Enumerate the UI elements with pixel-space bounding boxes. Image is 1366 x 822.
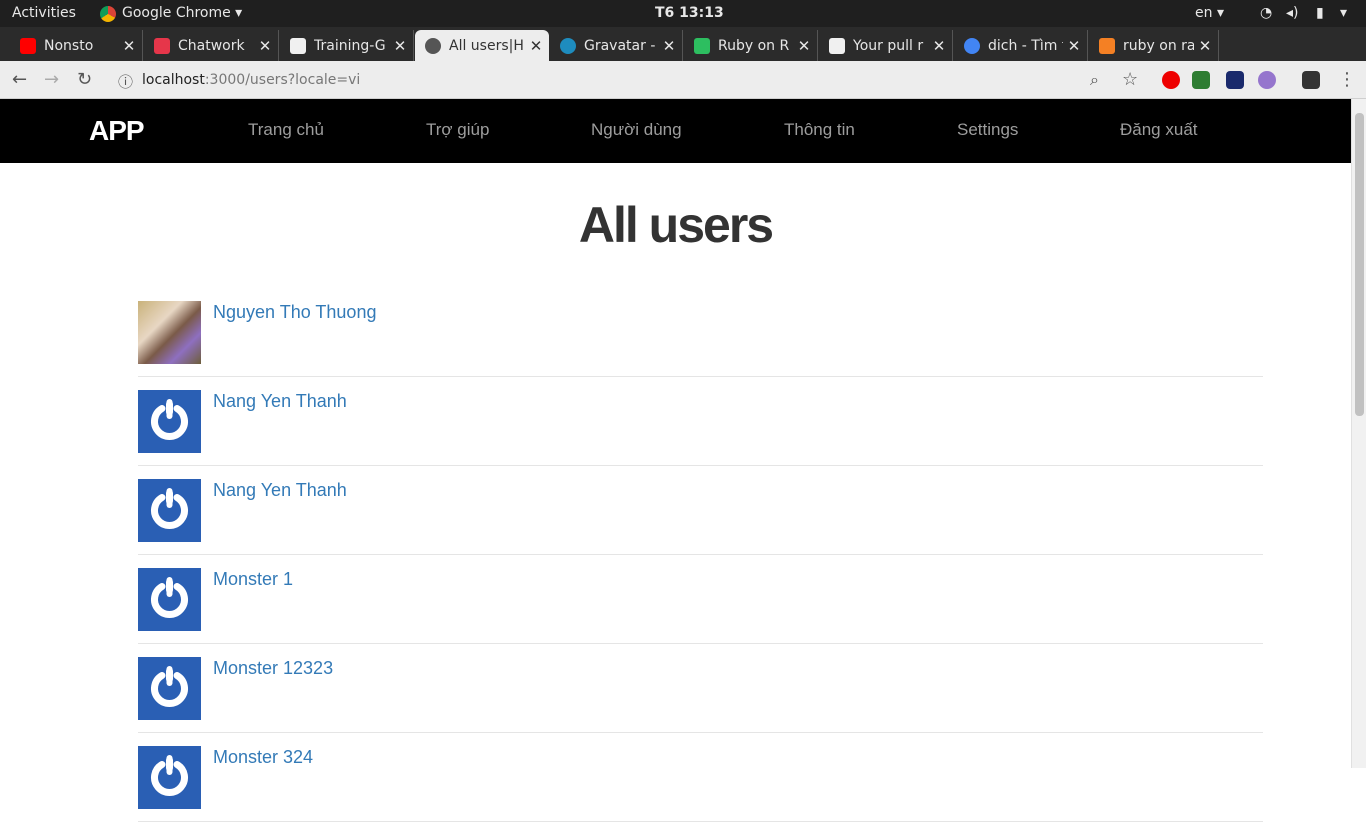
browser-toolbar: ← → ↻ ⓘ localhost:3000/users?locale=vi ⌕… bbox=[0, 61, 1366, 99]
page-title: All users bbox=[578, 197, 774, 253]
app-navbar: APP Trang chủ Trợ giúp Người dùng Thông … bbox=[0, 99, 1351, 163]
close-tab-icon[interactable]: ✕ bbox=[797, 37, 811, 55]
nav-link-settings[interactable]: Settings bbox=[957, 120, 1018, 140]
j-extension-icon[interactable] bbox=[1226, 71, 1244, 89]
gravatar-power-icon[interactable] bbox=[138, 746, 201, 809]
close-tab-icon[interactable]: ✕ bbox=[662, 37, 676, 55]
activities-button[interactable]: Activities bbox=[12, 5, 76, 21]
forward-arrow-icon[interactable]: → bbox=[44, 69, 59, 90]
google-icon bbox=[964, 37, 980, 54]
volume-icon[interactable]: ◂) bbox=[1286, 5, 1299, 21]
github-icon bbox=[829, 37, 845, 54]
nav-link-logout[interactable]: Đăng xuất bbox=[1120, 120, 1198, 140]
os-top-bar: Activities Google Chrome ▾ T6 13:13 en ▾… bbox=[0, 0, 1366, 27]
language-indicator[interactable]: en ▾ bbox=[1195, 5, 1224, 21]
tab-4[interactable]: Gravatar - ✕ bbox=[550, 30, 683, 61]
address-bar[interactable]: ⓘ localhost:3000/users?locale=vi bbox=[108, 66, 1148, 94]
app-menu[interactable]: Google Chrome ▾ bbox=[122, 5, 242, 21]
tab-7[interactable]: dich - Tìm t ✕ bbox=[954, 30, 1088, 61]
user-name-link[interactable]: Monster 1 bbox=[213, 569, 293, 590]
reload-icon[interactable]: ↻ bbox=[77, 69, 92, 90]
tab-5[interactable]: Ruby on R ✕ bbox=[684, 30, 818, 61]
bookmark-star-icon[interactable]: ☆ bbox=[1122, 69, 1138, 90]
user-name-link[interactable]: Monster 12323 bbox=[213, 658, 333, 679]
list-item: Nang Yen Thanh bbox=[138, 377, 1263, 466]
list-item: Monster 12323 bbox=[138, 644, 1263, 733]
gravatar-icon bbox=[560, 37, 576, 54]
gravatar-power-icon[interactable] bbox=[138, 390, 201, 453]
close-tab-icon[interactable]: ✕ bbox=[1067, 37, 1081, 55]
brand-logo[interactable]: APP bbox=[89, 115, 145, 147]
battery-icon[interactable]: ▮ bbox=[1316, 5, 1324, 21]
zoom-icon[interactable]: ⌕ bbox=[1090, 70, 1099, 90]
tab-2[interactable]: Training-G ✕ bbox=[280, 30, 414, 61]
tab-title: Your pull r bbox=[853, 37, 924, 54]
tab-title: Training-G bbox=[314, 37, 386, 54]
user-name-link[interactable]: Nang Yen Thanh bbox=[213, 391, 347, 412]
user-photo-avatar[interactable] bbox=[138, 301, 201, 364]
youtube-icon bbox=[20, 37, 36, 54]
tab-6[interactable]: Your pull r ✕ bbox=[819, 30, 953, 61]
tab-1[interactable]: Chatwork ✕ bbox=[144, 30, 279, 61]
scrollbar-thumb[interactable] bbox=[1355, 113, 1364, 416]
wifi-icon[interactable]: ◔ bbox=[1260, 5, 1272, 21]
page-scrollbar[interactable] bbox=[1351, 99, 1366, 768]
gravatar-power-icon[interactable] bbox=[138, 657, 201, 720]
menu-kebab-icon[interactable]: ⋮ bbox=[1338, 69, 1356, 90]
list-item: Monster 324 bbox=[138, 733, 1263, 822]
tab-title: ruby on ra bbox=[1123, 37, 1194, 54]
stackoverflow-icon bbox=[1099, 37, 1115, 54]
tab-title: Gravatar - bbox=[584, 37, 656, 54]
list-item: Monster 1 bbox=[138, 555, 1263, 644]
back-arrow-icon[interactable]: ← bbox=[12, 69, 27, 90]
tab-3[interactable]: All users|H ✕ bbox=[415, 30, 549, 61]
chatwork-icon bbox=[154, 37, 170, 54]
tab-title: Ruby on R bbox=[718, 37, 790, 54]
url-host: localhost bbox=[142, 72, 205, 88]
close-tab-icon[interactable]: ✕ bbox=[122, 37, 136, 55]
close-tab-icon[interactable]: ✕ bbox=[258, 37, 272, 55]
chrome-icon bbox=[100, 6, 116, 22]
nav-link-users[interactable]: Người dùng bbox=[591, 120, 682, 140]
gravatar-power-icon[interactable] bbox=[138, 568, 201, 631]
list-item: Nang Yen Thanh bbox=[138, 466, 1263, 555]
tab-title: All users|H bbox=[449, 37, 524, 54]
nav-link-about[interactable]: Thông tin bbox=[784, 120, 855, 140]
tab-title: dich - Tìm t bbox=[988, 37, 1063, 54]
tab-title: Nonsto bbox=[44, 37, 94, 54]
gravatar-power-icon[interactable] bbox=[138, 479, 201, 542]
tab-strip: Nonsto ✕ Chatwork ✕ Training-G ✕ All users|H ✕ G… bbox=[0, 27, 1366, 83]
url-path: :3000/users?locale=vi bbox=[204, 72, 361, 88]
tab-8[interactable]: ruby on ra ✕ bbox=[1089, 30, 1219, 61]
evernote-icon bbox=[694, 37, 710, 54]
close-tab-icon[interactable]: ✕ bbox=[932, 37, 946, 55]
globe-icon bbox=[425, 37, 441, 54]
tab-title: Chatwork bbox=[178, 37, 245, 54]
profile-avatar-icon[interactable] bbox=[1302, 71, 1320, 89]
user-name-link[interactable]: Nang Yen Thanh bbox=[213, 480, 347, 501]
system-menu-icon[interactable]: ▾ bbox=[1340, 5, 1347, 21]
info-icon[interactable]: ⓘ bbox=[118, 71, 133, 92]
clock[interactable]: T6 13:13 bbox=[655, 5, 724, 21]
close-tab-icon[interactable]: ✕ bbox=[1198, 37, 1212, 55]
opera-extension-icon[interactable] bbox=[1162, 71, 1180, 89]
tab-0[interactable]: Nonsto ✕ bbox=[10, 30, 143, 61]
user-name-link[interactable]: Monster 324 bbox=[213, 747, 313, 768]
user-name-link[interactable]: Nguyen Tho Thuong bbox=[213, 302, 376, 323]
close-tab-icon[interactable]: ✕ bbox=[393, 37, 407, 55]
nav-link-help[interactable]: Trợ giúp bbox=[426, 120, 489, 140]
new-extension-icon[interactable] bbox=[1192, 71, 1210, 89]
github-icon bbox=[290, 37, 306, 54]
list-item: Nguyen Tho Thuong bbox=[138, 288, 1263, 377]
eye-extension-icon[interactable] bbox=[1258, 71, 1276, 89]
nav-link-home[interactable]: Trang chủ bbox=[248, 120, 324, 140]
close-tab-icon[interactable]: ✕ bbox=[529, 37, 543, 55]
